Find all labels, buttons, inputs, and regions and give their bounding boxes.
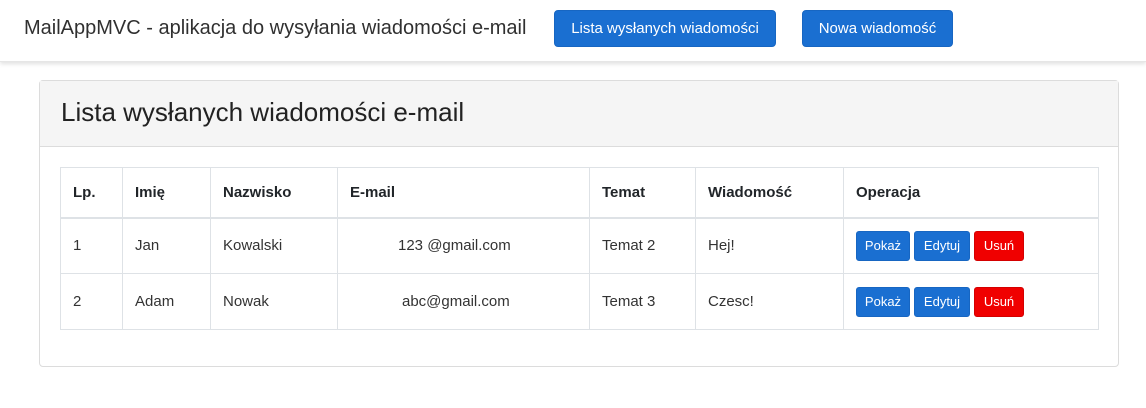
edit-button[interactable]: Edytuj [914,230,970,261]
edit-button[interactable]: Edytuj [914,286,970,317]
cell-lp: 1 [60,217,123,274]
delete-button[interactable]: Usuń [974,286,1024,317]
app-brand[interactable]: MailAppMVC - aplikacja do wysyłania wiad… [24,17,526,40]
sent-messages-list-button[interactable]: Lista wysłanych wiadomości [554,10,776,47]
column-header-subject: Temat [589,167,696,219]
page-title: Lista wysłanych wiadomości e-mail [61,97,465,127]
cell-subject: Temat 2 [589,217,696,274]
messages-card: Lista wysłanych wiadomości e-mail Lp. Im… [39,80,1119,367]
table-row: 1 Jan Kowalski 123 @gmail.com Temat 2 He… [60,217,1099,274]
column-header-message: Wiadomość [695,167,844,219]
messages-table: Lp. Imię Nazwisko E-mail Temat Wiadomość… [60,167,1099,330]
cell-last-name: Nowak [210,273,338,330]
table-header-row: Lp. Imię Nazwisko E-mail Temat Wiadomość… [60,167,1099,219]
show-button[interactable]: Pokaż [856,230,910,261]
cell-email: 123 @gmail.com [337,217,590,274]
cell-first-name: Jan [122,217,211,274]
cell-first-name: Adam [122,273,211,330]
column-header-first-name: Imię [122,167,211,219]
cell-message: Czesc! [695,273,844,330]
cell-operation: Pokaż Edytuj Usuń [843,273,1099,330]
column-header-lp: Lp. [60,167,123,219]
cell-subject: Temat 3 [589,273,696,330]
column-header-operation: Operacja [843,167,1099,219]
show-button[interactable]: Pokaż [856,286,910,317]
cell-last-name: Kowalski [210,217,338,274]
cell-lp: 2 [60,273,123,330]
cell-operation: Pokaż Edytuj Usuń [843,217,1099,274]
delete-button[interactable]: Usuń [974,230,1024,261]
cell-email: abc@gmail.com [337,273,590,330]
card-header: Lista wysłanych wiadomości e-mail [40,81,1118,147]
new-message-button[interactable]: Nowa wiadomość [802,10,953,47]
navbar: MailAppMVC - aplikacja do wysyłania wiad… [0,0,1146,62]
column-header-email: E-mail [337,167,590,219]
column-header-last-name: Nazwisko [210,167,338,219]
table-row: 2 Adam Nowak abc@gmail.com Temat 3 Czesc… [60,273,1099,330]
cell-message: Hej! [695,217,844,274]
